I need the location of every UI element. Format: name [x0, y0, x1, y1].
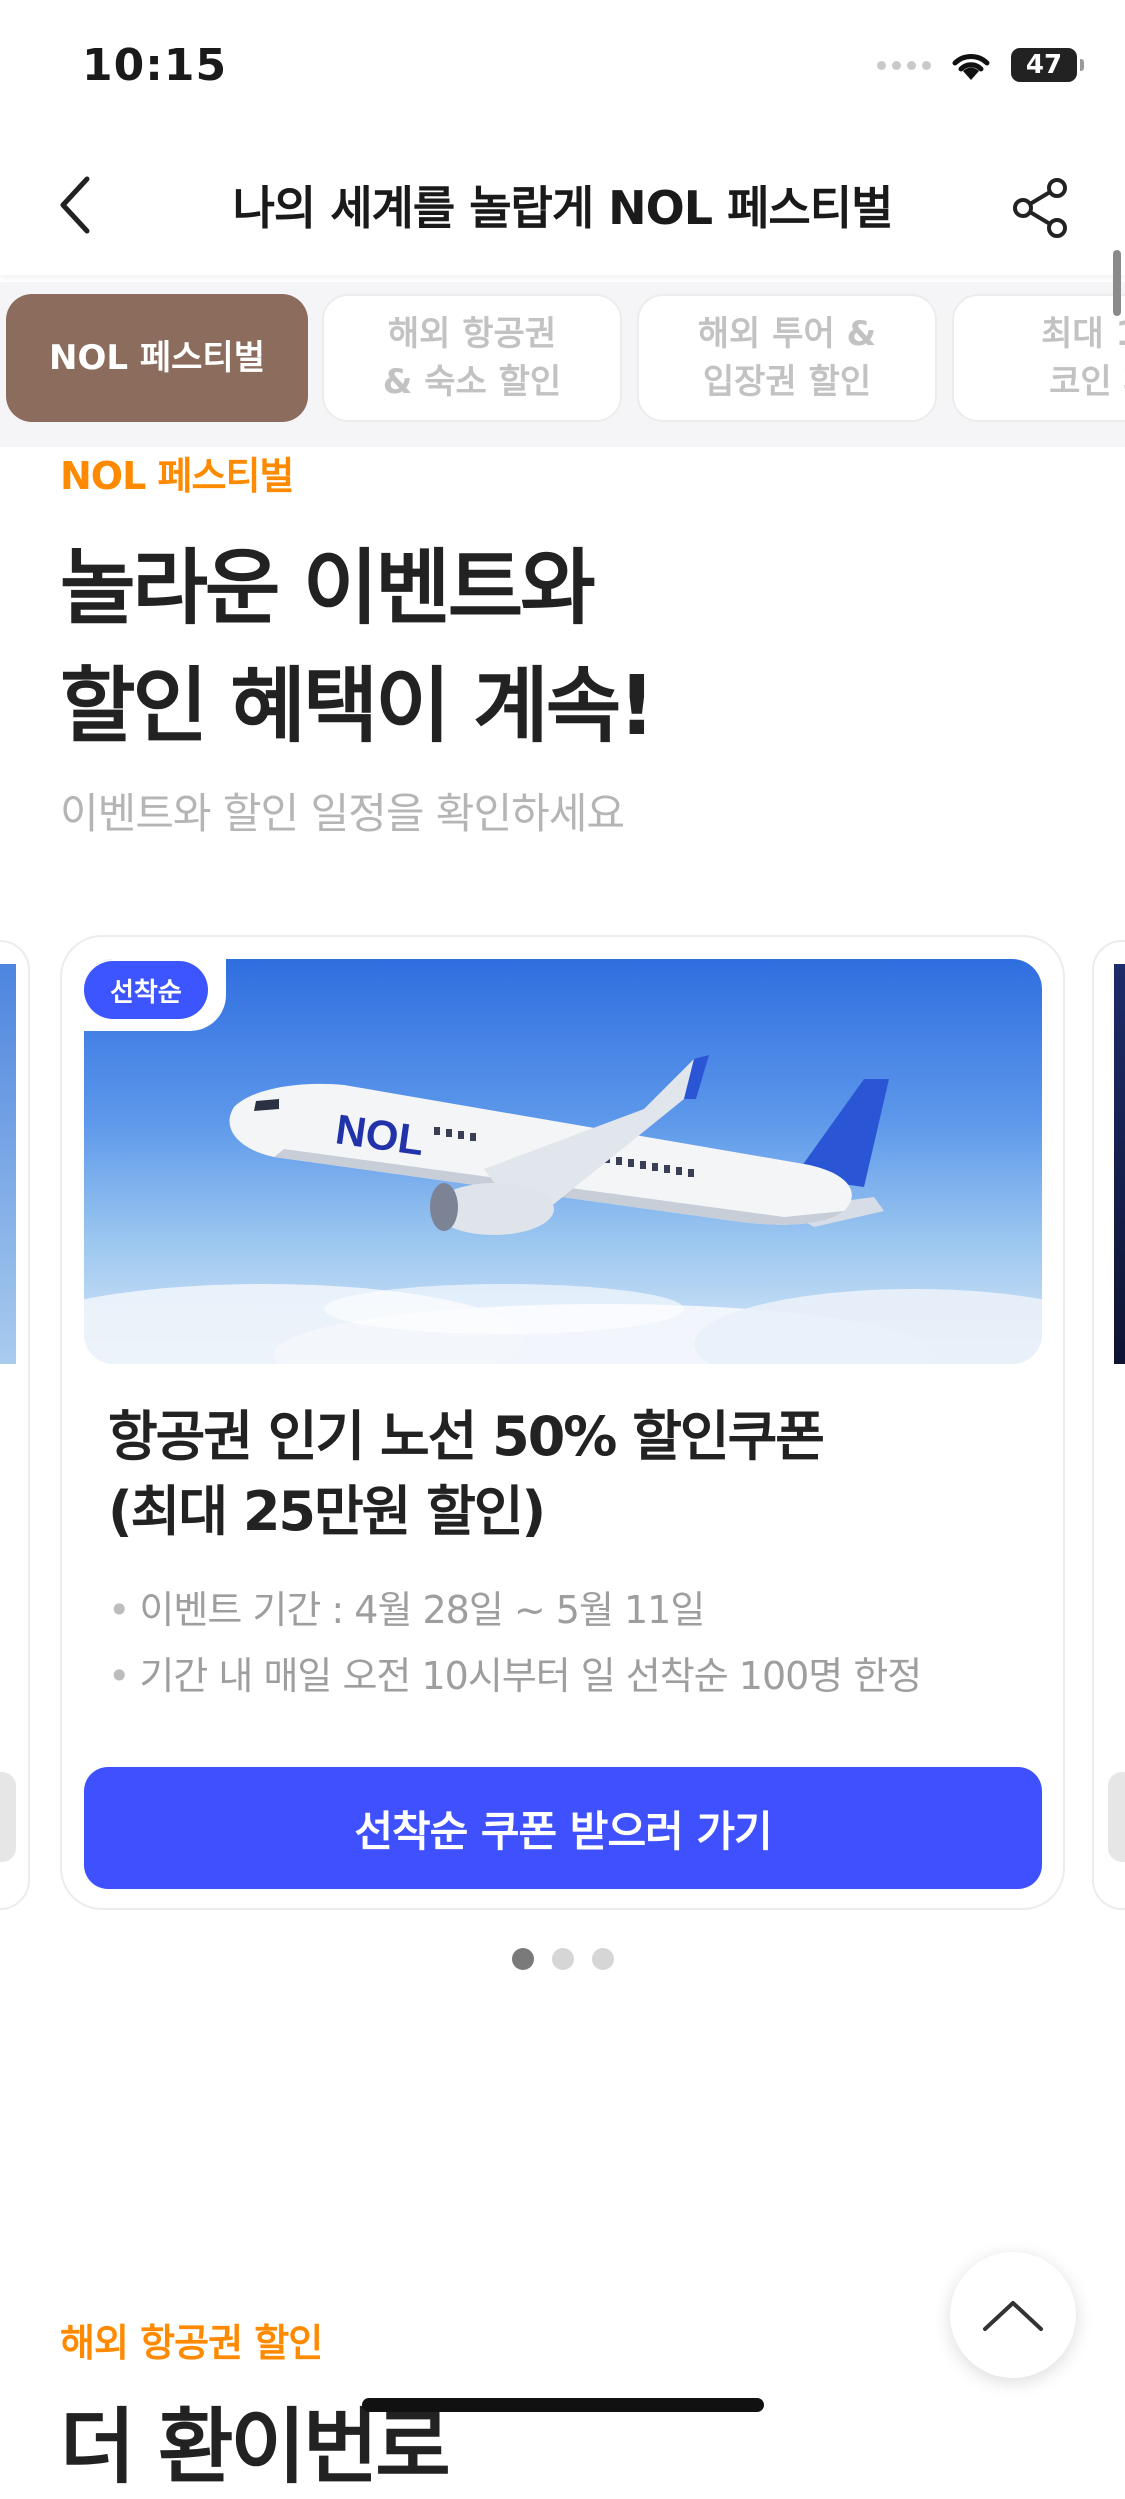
event-details: 이벤트 기간 : 4월 28일 ~ 5월 11일 기간 내 매일 오전 10시부… [108, 1577, 922, 1709]
battery-icon: 47 [1011, 48, 1084, 82]
event-title: 항공권 인기 노선 50% 할인쿠폰 (최대 25만원 할인) [108, 1399, 1028, 1549]
home-indicator [362, 2398, 764, 2412]
share-button[interactable] [1001, 168, 1081, 248]
airplane-image: NOL [84, 959, 1042, 1364]
status-time: 10:15 [82, 40, 228, 91]
chevron-up-icon [983, 2301, 1043, 2331]
first-come-badge: 선착순 [84, 961, 208, 1019]
tab-label: 해외 투어 & 입장권 할인 [697, 314, 877, 402]
headline-line: 할인 혜택이 계속! [60, 659, 656, 754]
category-tab-strip: NOL 페스티벌 해외 항공권 & 숙소 할인 해외 투어 & 입장권 할인 최… [0, 282, 1125, 447]
tab-coin[interactable]: 최대 10 코인 페 [952, 294, 1125, 422]
scrollbar[interactable] [1113, 250, 1121, 316]
section-label: NOL 페스티벌 [60, 454, 294, 498]
tab-flights-hotels[interactable]: 해외 항공권 & 숙소 할인 [322, 294, 622, 422]
section-label: 해외 항공권 할인 [60, 2321, 323, 2365]
carousel-card-next[interactable] [1092, 940, 1125, 1910]
event-title-line: 항공권 인기 노선 50% 할인쿠폰 [108, 1405, 825, 1468]
tab-nol-festival[interactable]: NOL 페스티벌 [6, 294, 308, 422]
event-title-line: (최대 25만원 할인) [108, 1480, 546, 1543]
nav-bar: 나의 세계를 놀랍게 NOL 페스티벌 [0, 140, 1125, 275]
page-title: 나의 세계를 놀랍게 NOL 페스티벌 [232, 181, 894, 235]
status-icons: 47 [877, 48, 1084, 82]
headline-line: 놀라운 이벤트와 [60, 541, 596, 636]
event-detail: 이벤트 기간 : 4월 28일 ~ 5월 11일 [108, 1577, 921, 1643]
share-icon [1013, 178, 1067, 238]
event-detail: 기간 내 매일 오전 10시부터 일 선착순 100명 한정 [108, 1643, 922, 1709]
tab-label: 최대 10 코인 페 [1041, 314, 1125, 402]
carousel-card-previous[interactable] [0, 940, 30, 1910]
pagination-dot[interactable] [551, 1948, 574, 1970]
subheading: 이벤트와 할인 일정을 확인하세요 [60, 789, 625, 838]
event-card[interactable]: NOL 선착순 항공권 인기 노선 50% 할인쿠폰 (최대 25만원 할인) … [60, 935, 1065, 1910]
tab-tours-tickets[interactable]: 해외 투어 & 입장권 할인 [637, 294, 937, 422]
tab-label: NOL 페스티벌 [49, 338, 265, 378]
cellular-signal-icon [877, 60, 931, 70]
pagination-dot[interactable] [511, 1948, 534, 1970]
status-bar: 10:15 47 [0, 0, 1125, 140]
pagination-dot[interactable] [591, 1948, 614, 1970]
get-coupon-button[interactable]: 선착순 쿠폰 받으러 가기 [84, 1767, 1042, 1889]
tab-label: 해외 항공권 & 숙소 할인 [382, 314, 562, 402]
airplane-illustration: NOL [84, 1055, 1042, 1364]
wifi-icon [952, 54, 990, 80]
carousel-pagination [0, 1948, 1125, 1970]
scroll-to-top-button[interactable] [950, 2252, 1076, 2378]
headline: 놀라운 이벤트와 할인 혜택이 계속! [60, 530, 656, 766]
